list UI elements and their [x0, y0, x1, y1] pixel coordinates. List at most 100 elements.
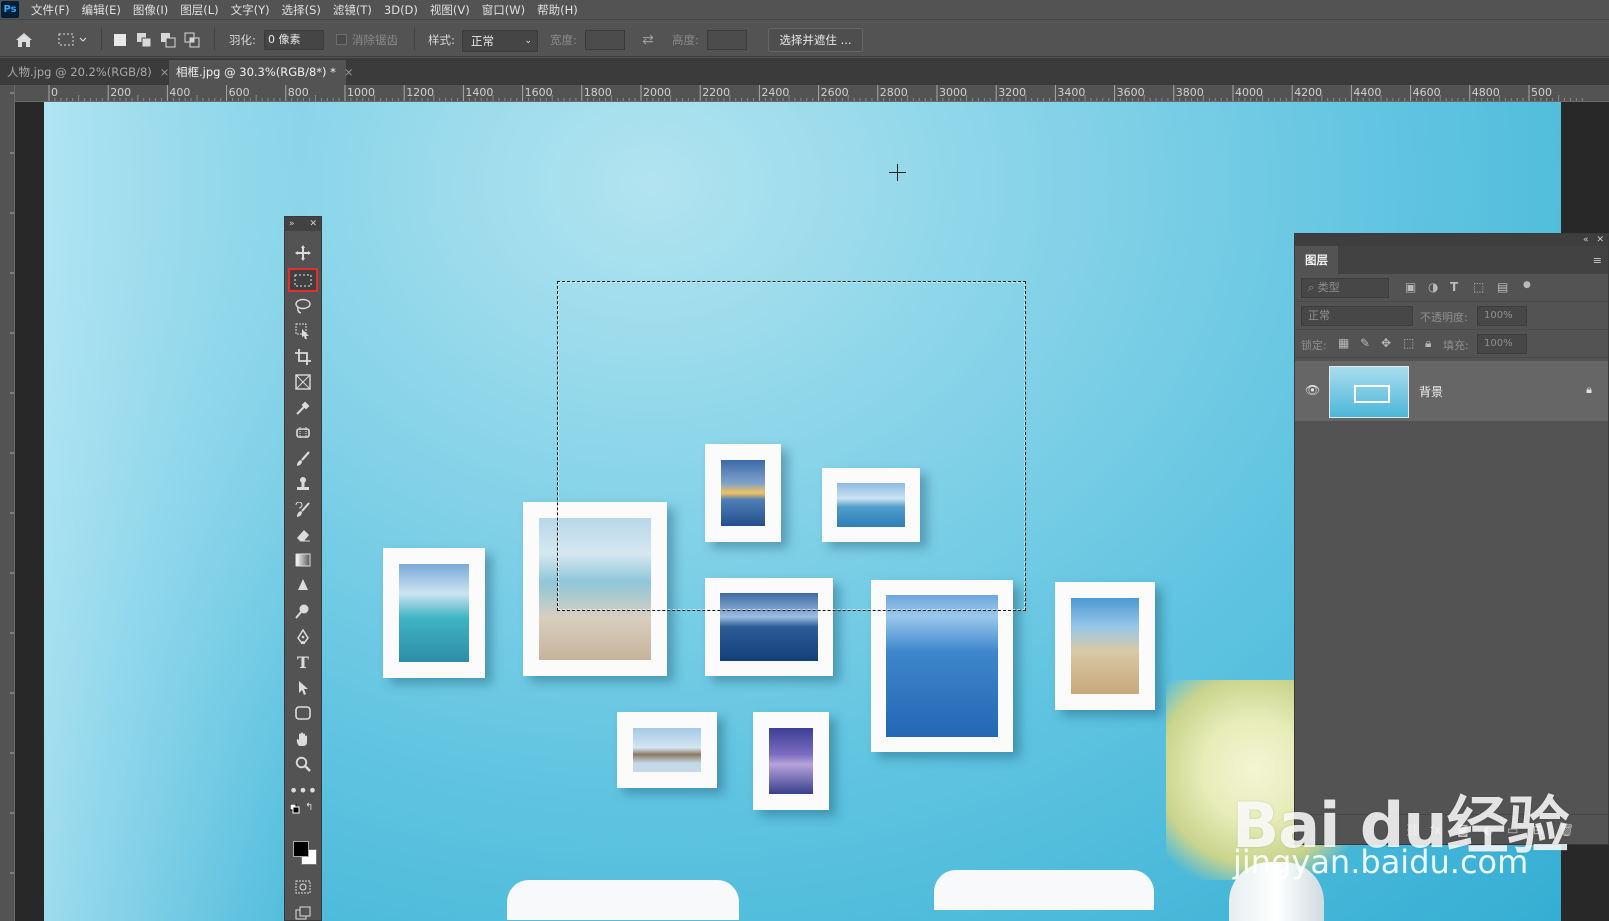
menu-select[interactable]: 选择(S): [276, 2, 327, 18]
panel-menu-icon[interactable]: ≡: [1593, 254, 1602, 267]
menu-file[interactable]: 文件(F): [25, 2, 76, 18]
tools-panel: » ✕ T ••• ↰: [284, 216, 322, 921]
more-tools-icon[interactable]: •••: [288, 778, 318, 802]
tab-frame-jpg[interactable]: 相框.jpg @ 30.3%(RGB/8*) * ×: [169, 60, 354, 85]
options-bar: 羽化: 0 像素 消除锯齿 样式: 正常 ⌄ 宽度: ⇄ 高度: 选择并遮住 .…: [0, 19, 1609, 57]
move-tool-icon[interactable]: [288, 241, 318, 265]
filter-toggle-icon[interactable]: ●: [1523, 280, 1531, 290]
tab-person-jpg[interactable]: 人物.jpg @ 20.2%(RGB/8) ×: [0, 60, 169, 85]
baidu-watermark-url: jingyan.baidu.com: [1233, 843, 1529, 881]
lock-artboard-icon[interactable]: ⬚: [1403, 336, 1414, 350]
fill-label: 填充:: [1443, 339, 1469, 352]
menu-help[interactable]: 帮助(H): [531, 2, 584, 18]
tool-preset-picker[interactable]: [55, 30, 91, 50]
fill-input[interactable]: 100%: [1477, 334, 1527, 354]
pen-tool-icon[interactable]: [288, 625, 318, 649]
ruler-label: 1800: [584, 86, 612, 99]
object-select-tool-icon[interactable]: [288, 319, 318, 343]
select-and-mask-button[interactable]: 选择并遮住 ...: [768, 28, 863, 52]
intersect-selection-icon[interactable]: [182, 30, 202, 50]
menu-edit[interactable]: 编辑(E): [76, 2, 127, 18]
path-selection-tool-icon[interactable]: [288, 676, 318, 700]
marquee-selection[interactable]: [557, 281, 1026, 611]
menu-3d[interactable]: 3D(D): [378, 3, 424, 17]
screen-mode-icon[interactable]: [288, 901, 318, 921]
new-selection-icon[interactable]: [110, 30, 130, 50]
lock-all-icon[interactable]: 🔒︎: [1425, 336, 1431, 351]
swap-width-height-icon[interactable]: ⇄: [638, 30, 658, 50]
menu-type[interactable]: 文字(Y): [225, 2, 276, 18]
swap-colors-icon[interactable]: ↰: [305, 802, 313, 813]
adjustment-filter-icon[interactable]: ◑: [1428, 280, 1438, 294]
tools-panel-header[interactable]: » ✕: [285, 217, 321, 231]
eraser-tool-icon[interactable]: [288, 523, 318, 547]
smart-object-filter-icon[interactable]: ▤: [1497, 280, 1508, 294]
height-input[interactable]: [707, 30, 747, 50]
menu-filter[interactable]: 滤镜(T): [327, 2, 378, 18]
type-filter-icon[interactable]: T: [1450, 280, 1458, 294]
collapse-icon[interactable]: «: [1583, 235, 1589, 245]
ruler-label: 3200: [998, 86, 1026, 99]
brush-tool-icon[interactable]: [288, 447, 318, 471]
close-icon[interactable]: ✕: [309, 219, 317, 229]
photoshop-window: Ps 文件(F) 编辑(E) 图像(I) 图层(L) 文字(Y) 选择(S) 滤…: [0, 0, 1609, 921]
lock-position-icon[interactable]: ✥: [1381, 336, 1391, 350]
menu-view[interactable]: 视图(V): [424, 2, 476, 18]
crop-tool-icon[interactable]: [288, 345, 318, 369]
antialias-checkbox[interactable]: [336, 34, 347, 45]
lock-transparent-icon[interactable]: ▦: [1338, 336, 1349, 350]
blur-tool-icon[interactable]: [288, 574, 318, 598]
foreground-color-swatch[interactable]: [293, 841, 309, 857]
ruler-label: 3800: [1176, 86, 1204, 99]
home-icon[interactable]: [13, 30, 35, 50]
width-label: 宽度:: [550, 33, 577, 47]
style-select[interactable]: 正常 ⌄: [462, 30, 538, 52]
hand-tool-icon[interactable]: [288, 727, 318, 751]
type-tool-icon[interactable]: T: [288, 650, 318, 674]
lasso-tool-icon[interactable]: [288, 294, 318, 318]
panel-header-bar[interactable]: «✕: [1295, 234, 1608, 246]
quick-mask-icon[interactable]: [288, 875, 318, 899]
tab-layers[interactable]: 图层: [1295, 246, 1338, 274]
layer-row-background[interactable]: 👁︎ 背景 🔒︎: [1295, 361, 1608, 421]
layer-filter-select[interactable]: ⌕ 类型: [1301, 278, 1389, 298]
rectangle-tool-icon[interactable]: [288, 701, 318, 725]
layer-name: 背景: [1419, 385, 1444, 399]
vertical-ruler[interactable]: [0, 85, 15, 921]
layers-panel: «✕ 图层 ≡ ⌕ 类型 ▣ ◑ T ⬚ ▤ ● 正常 不透明度: 100% 锁…: [1294, 233, 1609, 845]
frame-tool-icon[interactable]: [288, 370, 318, 394]
app-logo[interactable]: Ps: [1, 1, 19, 18]
shape-filter-icon[interactable]: ⬚: [1473, 280, 1484, 294]
feather-input[interactable]: 0 像素: [264, 30, 324, 50]
ruler-label: 800: [288, 86, 309, 99]
width-input[interactable]: [585, 30, 625, 50]
add-to-selection-icon[interactable]: [134, 30, 154, 50]
ruler-label: 1000: [347, 86, 375, 99]
ruler-label: 4200: [1294, 86, 1322, 99]
opacity-input[interactable]: 100%: [1477, 306, 1527, 326]
horizontal-ruler[interactable]: 0 200 400 600 800 1000 1200 1400 1600 1800 2000 220…: [15, 85, 1609, 102]
lock-image-icon[interactable]: ✎: [1360, 336, 1370, 350]
eye-icon[interactable]: 👁︎: [1305, 383, 1320, 397]
opacity-label: 不透明度:: [1420, 311, 1468, 324]
eyedropper-tool-icon[interactable]: [288, 396, 318, 420]
subtract-from-selection-icon[interactable]: [158, 30, 178, 50]
close-icon[interactable]: ✕: [1596, 235, 1604, 245]
rectangular-marquee-tool-icon[interactable]: [288, 268, 318, 292]
pixel-filter-icon[interactable]: ▣: [1405, 280, 1416, 294]
spot-healing-tool-icon[interactable]: [288, 421, 318, 445]
document-tab-bar: 人物.jpg @ 20.2%(RGB/8) × 相框.jpg @ 30.3%(RG…: [0, 58, 1609, 85]
close-icon[interactable]: ×: [160, 65, 170, 79]
menu-layer[interactable]: 图层(L): [174, 2, 224, 18]
zoom-tool-icon[interactable]: [288, 752, 318, 776]
menu-window[interactable]: 窗口(W): [476, 2, 531, 18]
default-colors-icon[interactable]: [289, 803, 300, 814]
expand-icon[interactable]: »: [289, 219, 295, 229]
clone-stamp-tool-icon[interactable]: [288, 472, 318, 496]
close-icon[interactable]: ×: [344, 65, 354, 79]
history-brush-tool-icon[interactable]: [288, 498, 318, 522]
gradient-tool-icon[interactable]: [288, 548, 318, 572]
dodge-tool-icon[interactable]: [288, 599, 318, 623]
blend-mode-select[interactable]: 正常: [1301, 306, 1413, 326]
menu-image[interactable]: 图像(I): [127, 2, 174, 18]
